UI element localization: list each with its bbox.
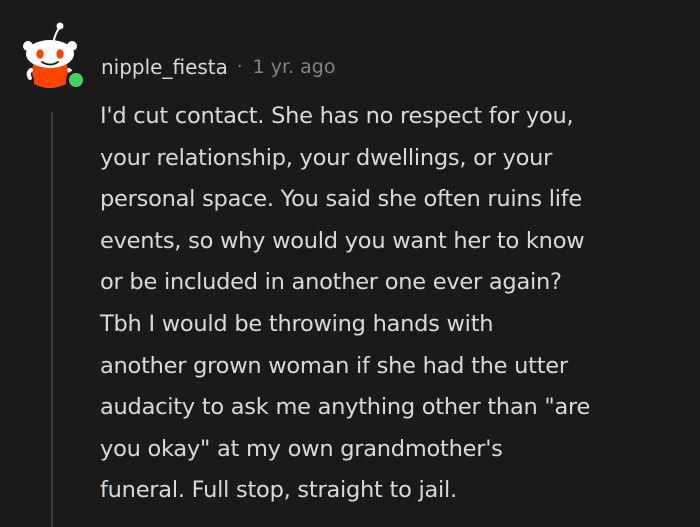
comment-line: your relationship, your dwellings, or yo… — [100, 144, 553, 171]
comment-line: or be included in another one ever again… — [100, 269, 562, 296]
comment-line: events, so why would you want her to kno… — [100, 227, 585, 254]
comment-line: I'd cut contact. She has no respect for … — [100, 103, 574, 129]
comment-line: funeral. Full stop, straight to jail. — [100, 477, 457, 504]
comment: nipple_fiesta · 1 yr. ago I'd cut contac… — [0, 0, 700, 527]
comment-line: Tbh I would be throwing hands with — [100, 310, 494, 337]
comment-body: I'd cut contact. She has no respect for … — [100, 96, 690, 512]
timestamp[interactable]: 1 yr. ago — [253, 50, 336, 84]
thread-line[interactable] — [51, 112, 53, 527]
username-link[interactable]: nipple_fiesta — [101, 50, 228, 84]
avatar[interactable] — [22, 22, 86, 94]
comment-meta: nipple_fiesta · 1 yr. ago — [101, 50, 336, 84]
online-status-icon — [66, 70, 86, 90]
comment-line: you okay" at my own grandmother's — [100, 435, 503, 462]
comment-line: audacity to ask me anything other than "… — [100, 394, 591, 421]
comment-line: personal space. You said she often ruins… — [100, 186, 583, 213]
meta-separator: · — [236, 56, 243, 77]
comment-line: another grown woman if she had the utter — [100, 352, 568, 379]
